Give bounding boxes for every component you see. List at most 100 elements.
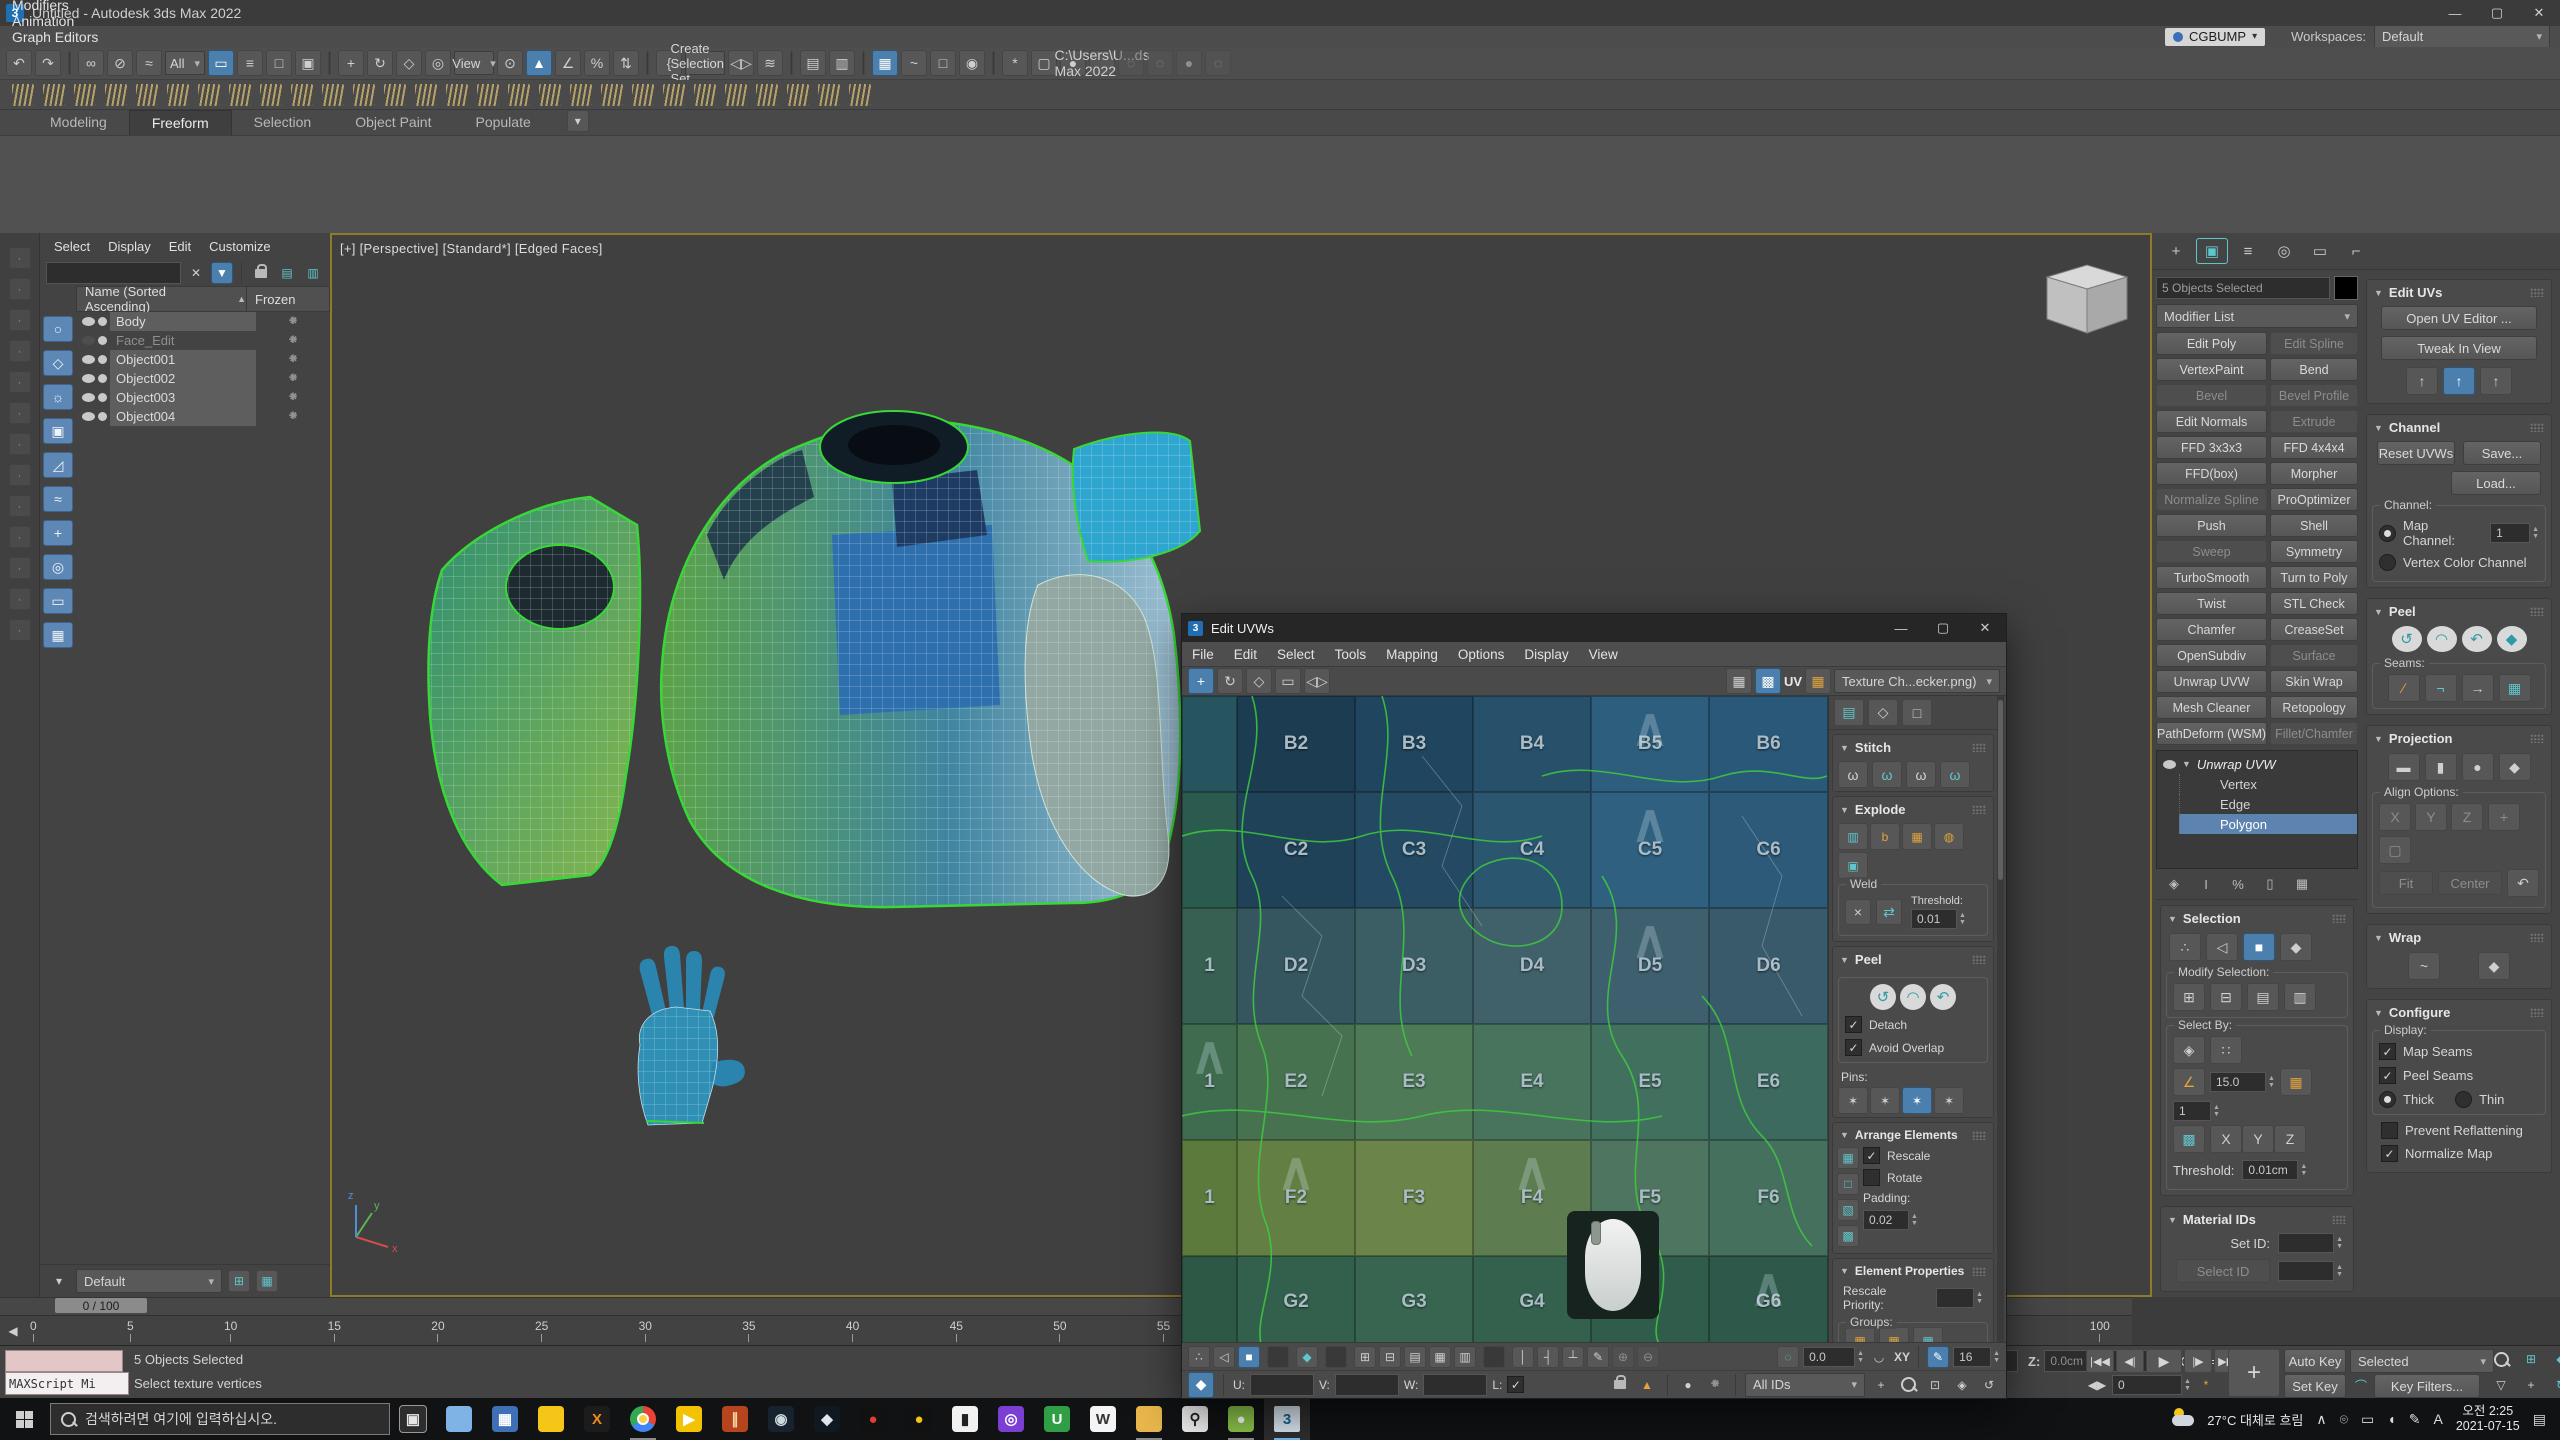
- create-selection-set-dropdown[interactable]: Create Selection Set: [685, 51, 725, 75]
- ime-indicator[interactable]: A: [2433, 1411, 2442, 1427]
- planar-angle-spinner[interactable]: 15.0▲▼: [2210, 1072, 2275, 1092]
- rect-region-icon[interactable]: □: [266, 50, 292, 76]
- arrange-header[interactable]: ▼Arrange Elements: [1833, 1123, 1993, 1145]
- ribbon-tab[interactable]: Modeling: [28, 110, 129, 135]
- scene-object-row[interactable]: Object002: [76, 369, 330, 388]
- visibility-eye-icon[interactable]: [82, 374, 95, 383]
- freeze-icon[interactable]: [1704, 1374, 1726, 1396]
- select-move-icon[interactable]: +: [338, 50, 364, 76]
- soft-selection-spinner[interactable]: 0.0▲▼: [1803, 1347, 1864, 1367]
- explorer-menu-item[interactable]: Select: [46, 237, 98, 256]
- freeform-tool-icon[interactable]: [508, 84, 530, 106]
- dialog-menu-item[interactable]: Select: [1267, 647, 1325, 662]
- name-column-header[interactable]: Name (Sorted Ascending): [85, 284, 229, 314]
- fit-button[interactable]: Fit: [2379, 871, 2433, 895]
- modifier-button[interactable]: Symmetry: [2270, 540, 2358, 563]
- start-button[interactable]: [0, 1398, 48, 1440]
- weld-selected-icon[interactable]: ⇄: [1876, 899, 1902, 925]
- select-loop-icon[interactable]: ▤: [1404, 1346, 1426, 1368]
- align-icon[interactable]: ≋: [757, 50, 783, 76]
- minimize-button[interactable]: —: [2434, 1, 2476, 26]
- project-path-field[interactable]: C:\Users\U...ds Max 2022: [1089, 50, 1115, 76]
- modifier-button[interactable]: FFD 4x4x4: [2270, 436, 2358, 459]
- frozen-icon[interactable]: [286, 391, 300, 405]
- pin-stack-icon[interactable]: ◈: [2162, 873, 2186, 895]
- configure-modifier-sets-icon[interactable]: ▦: [2290, 873, 2314, 895]
- select-scale-icon[interactable]: ◇: [396, 50, 422, 76]
- dock-tool-icon[interactable]: ·: [9, 371, 31, 393]
- absolute-typein-icon[interactable]: ◆: [1188, 1372, 1214, 1398]
- bind-space-warp-icon[interactable]: ≈: [136, 50, 162, 76]
- dialog-menu-item[interactable]: File: [1182, 647, 1224, 662]
- light-toggle-1-icon[interactable]: ◌: [1118, 50, 1144, 76]
- separator[interactable]: [862, 51, 865, 75]
- show-map-icon[interactable]: ▦: [1726, 668, 1752, 694]
- display-helpers-icon[interactable]: ◿: [43, 452, 73, 478]
- reset-peel-icon[interactable]: ↶: [2462, 626, 2492, 652]
- modifier-button[interactable]: Bevel: [2156, 384, 2267, 407]
- filter-selected-faces-icon[interactable]: ●: [1677, 1374, 1699, 1396]
- quick-transform-icon[interactable]: ↑: [2480, 367, 2512, 395]
- weather-icon[interactable]: [2172, 1411, 2194, 1427]
- dock-tool-icon[interactable]: ·: [9, 526, 31, 548]
- align-normal-icon[interactable]: +: [2488, 803, 2520, 831]
- render-setup-icon[interactable]: *: [1002, 50, 1028, 76]
- set-id-spinner[interactable]: ▲▼: [2278, 1233, 2343, 1253]
- ribbon-tab[interactable]: Freeform: [129, 110, 232, 135]
- maxscript-listener-pink[interactable]: [5, 1350, 123, 1372]
- freeform-tool-icon[interactable]: [43, 84, 65, 106]
- ribbon-options-icon[interactable]: ▾: [567, 110, 589, 132]
- box-map-icon[interactable]: ◆: [2499, 753, 2531, 781]
- tray-pen-icon[interactable]: ✎: [2409, 1411, 2421, 1428]
- dock-tool-icon[interactable]: ·: [9, 340, 31, 362]
- pack-normalize-icon[interactable]: □: [1837, 1173, 1859, 1195]
- select-id-button[interactable]: Select ID: [2176, 1259, 2270, 1283]
- preset-swatch-icon[interactable]: ▾: [48, 1270, 70, 1292]
- app-recorder-yellow[interactable]: ●: [896, 1398, 942, 1440]
- separator[interactable]: [992, 51, 995, 75]
- display-containers-icon[interactable]: ◎: [43, 554, 73, 580]
- object-name-field[interactable]: 5 Objects Selected: [2156, 277, 2330, 299]
- hierarchy-tab[interactable]: ≡: [2232, 238, 2264, 264]
- display-shapes-icon[interactable]: ◇: [43, 350, 73, 376]
- modify-tab[interactable]: ▣: [2196, 238, 2228, 264]
- explorer-preset-dropdown[interactable]: Default: [76, 1269, 222, 1293]
- modifier-button[interactable]: FFD 3x3x3: [2156, 436, 2267, 459]
- freeform-tool-icon[interactable]: [725, 84, 747, 106]
- freeform-tool-icon[interactable]: [632, 84, 654, 106]
- redo-icon[interactable]: ↷: [35, 50, 61, 76]
- w-field[interactable]: [1423, 1374, 1487, 1396]
- freeform-tool-icon[interactable]: [105, 84, 127, 106]
- wrap-header[interactable]: ▼Wrap: [2367, 925, 2551, 948]
- menu-item[interactable]: Animation: [0, 13, 110, 29]
- thick-radio[interactable]: [2379, 1091, 2396, 1108]
- visibility-eye-icon[interactable]: [82, 355, 95, 364]
- display-geometry-icon[interactable]: ○: [43, 316, 73, 342]
- dock-tool-icon[interactable]: ·: [9, 464, 31, 486]
- modifier-button[interactable]: TurboSmooth: [2156, 566, 2267, 589]
- group-ungroup-icon[interactable]: ▦: [1879, 1327, 1909, 1342]
- stitch-target-icon[interactable]: ω: [1838, 761, 1868, 788]
- break-icon[interactable]: ▥: [1838, 823, 1868, 850]
- point-to-point-seam-icon[interactable]: ¬: [2425, 674, 2457, 702]
- app-xsplit[interactable]: X: [574, 1398, 620, 1440]
- menu-item[interactable]: Modifiers: [0, 0, 110, 13]
- modifier-button[interactable]: FFD(box): [2156, 462, 2267, 485]
- quick-peel-map-icon[interactable]: ↑: [2443, 367, 2475, 395]
- edge-shrink-icon[interactable]: ┴: [1562, 1346, 1584, 1368]
- freeform-tool-icon[interactable]: [539, 84, 561, 106]
- dock-tool-icon[interactable]: ·: [9, 278, 31, 300]
- auto-key-button[interactable]: Auto Key: [2284, 1349, 2346, 1373]
- zoom-all-icon[interactable]: ⊞: [2520, 1348, 2542, 1370]
- smoothing-group-spinner[interactable]: 1▲▼: [2173, 1101, 2220, 1121]
- peel-reset-icon[interactable]: ↶: [1930, 984, 1956, 1010]
- edit-seams-icon[interactable]: ∕: [2388, 674, 2420, 702]
- select-id-spinner[interactable]: ▲▼: [2278, 1261, 2343, 1281]
- element-by-icon[interactable]: ◆: [2280, 933, 2312, 961]
- stitch-header[interactable]: ▼Stitch: [1833, 735, 1993, 758]
- modifier-button[interactable]: Normalize Spline: [2156, 488, 2267, 511]
- modifier-button[interactable]: Turn to Poly: [2270, 566, 2358, 589]
- spline-map-icon[interactable]: ~: [2408, 952, 2440, 980]
- dock-tool-icon[interactable]: ·: [9, 495, 31, 517]
- planar-map-icon[interactable]: ▬: [2388, 753, 2420, 781]
